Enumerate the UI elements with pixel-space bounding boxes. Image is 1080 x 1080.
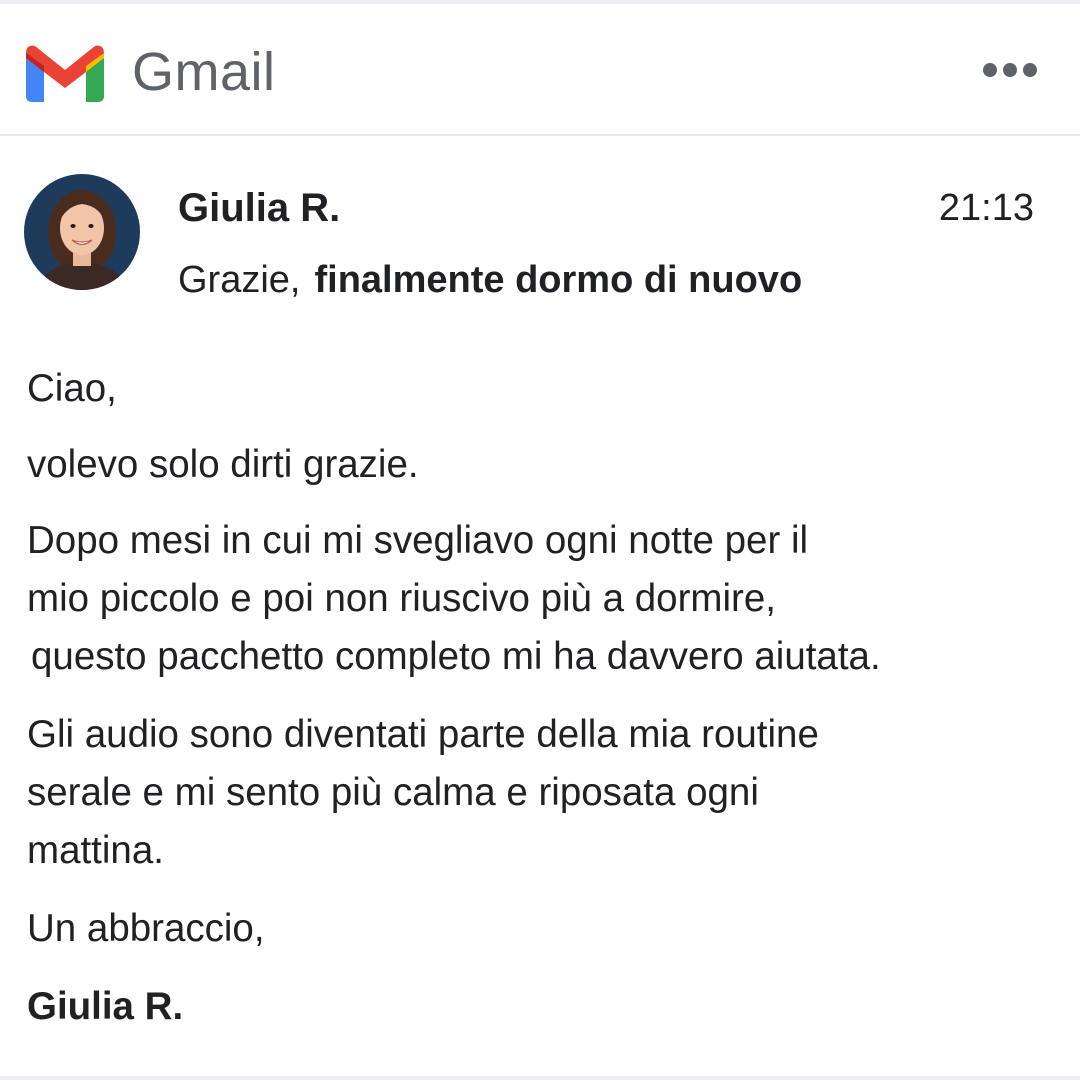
gmail-logo-icon [26,44,104,102]
body-greeting: Ciao, [27,367,117,410]
sender-avatar[interactable] [24,174,140,290]
app-header: Gmail [0,4,1080,136]
body-signature: Giulia R. [27,985,184,1028]
app-title: Gmail [132,42,276,102]
body-audio-paragraph: Gli audio sono diventati parte della mia… [27,706,1007,880]
body-audio-line: mattina. [27,829,164,872]
body-story-line: mio piccolo e poi non riuscivo più a dor… [27,577,776,620]
body-closing: Un abbraccio, [27,907,265,950]
message-time: 21:13 [938,187,1034,229]
more-options-button[interactable] [974,48,1046,92]
body-audio-line: Gli audio sono diventati parte della mia… [27,713,819,756]
body-story-line: Dopo mesi in cui mi svegliavo ogni notte… [27,519,809,562]
subject-rest: finalmente dormo di nuovo [314,259,803,301]
body-story-line: questo pacchetto completo mi ha davvero … [31,635,881,678]
message-subject: Grazie, finalmente dormo di nuovo [178,256,802,304]
message-header: Giulia R. 21:13 Grazie, finalmente dormo … [0,138,1080,338]
more-horizontal-icon [974,48,1046,92]
body-audio-line: serale e mi sento più calma e riposata o… [27,771,759,814]
sender-name[interactable]: Giulia R. [178,184,340,232]
body-thanks: volevo solo dirti grazie. [27,443,419,486]
subject-lead: Grazie, [178,259,301,301]
body-story-paragraph: Dopo mesi in cui mi svegliavo ogni notte… [27,512,1037,686]
bottom-border [0,1076,1080,1080]
